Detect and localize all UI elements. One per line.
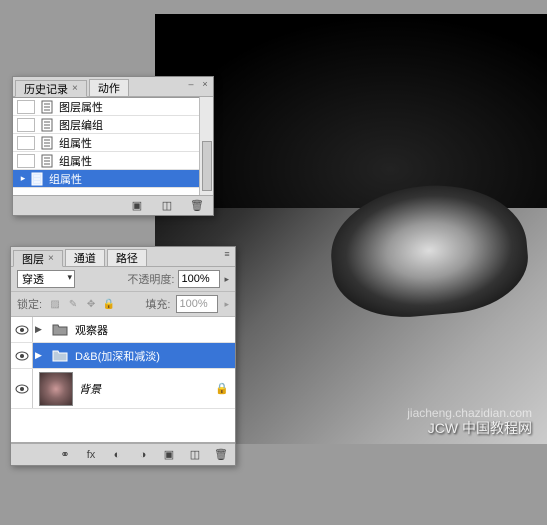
fill-value: 100% <box>179 298 207 310</box>
opacity-slider-icon[interactable]: ▸ <box>224 274 229 285</box>
expand-arrow-icon[interactable]: ▶ <box>35 350 45 361</box>
trash-icon[interactable]: 🗑 <box>213 448 229 462</box>
layers-panel: 图层 × 通道 路径 ≡ 穿透 不透明度: 100% ▸ 锁定: ▨ ✎ ✥ 🔒 <box>10 246 236 466</box>
history-item-label: 组属性 <box>59 153 199 169</box>
tab-history[interactable]: 历史记录 × <box>15 80 87 97</box>
layer-row[interactable]: 背景 🔒 <box>11 369 235 409</box>
opacity-input[interactable]: 100% <box>178 270 220 288</box>
history-item-label: 组属性 <box>49 171 199 187</box>
layer-name[interactable]: 背景 <box>79 381 215 397</box>
fx-icon[interactable]: fx <box>83 448 99 462</box>
blend-mode-value: 穿透 <box>22 271 44 287</box>
history-item[interactable]: 组属性 <box>13 152 199 170</box>
close-icon[interactable]: × <box>48 253 54 264</box>
history-item[interactable]: 图层编组 <box>13 116 199 134</box>
visibility-toggle[interactable] <box>11 317 33 342</box>
history-item-label: 图层属性 <box>59 99 199 115</box>
panel-menu-icon[interactable]: ≡ <box>221 249 233 259</box>
document-icon <box>29 172 45 186</box>
opacity-label: 不透明度: <box>127 271 174 287</box>
current-state-arrow: ▸ <box>17 173 29 184</box>
eye-icon <box>15 351 29 361</box>
panel-controls: ≡ <box>221 249 233 259</box>
eye-icon <box>15 384 29 394</box>
history-body: 图层属性 图层编组 组属性 组属性 <box>13 97 213 195</box>
lock-transparency-icon[interactable]: ▨ <box>48 297 62 311</box>
fill-slider-icon[interactable]: ▸ <box>224 299 229 310</box>
expand-arrow-icon[interactable]: ▶ <box>35 324 45 335</box>
scrollbar[interactable] <box>199 97 213 195</box>
scroll-thumb[interactable] <box>202 141 212 191</box>
document-icon <box>39 136 55 150</box>
lock-all-icon[interactable]: 🔒 <box>102 297 116 311</box>
fill-input[interactable]: 100% <box>176 295 218 313</box>
lock-icon: 🔒 <box>215 382 235 395</box>
tab-channels[interactable]: 通道 <box>65 249 105 266</box>
history-item[interactable]: ▸ 组属性 <box>13 170 199 188</box>
document-icon <box>39 154 55 168</box>
new-folder-icon[interactable]: ▣ <box>161 448 177 462</box>
tab-layers[interactable]: 图层 × <box>13 250 63 267</box>
layer-name[interactable]: D&B(加深和减淡) <box>75 348 235 364</box>
tab-label: 路径 <box>116 250 138 266</box>
tab-label: 通道 <box>74 250 96 266</box>
panel-controls: – × <box>185 79 211 89</box>
tab-actions[interactable]: 动作 <box>89 79 129 96</box>
layer-group-row[interactable]: ▶ 观察器 <box>11 317 235 343</box>
history-item[interactable]: 图层属性 <box>13 98 199 116</box>
snapshot-slot[interactable] <box>17 136 35 150</box>
history-panel: 历史记录 × 动作 – × 图层属性 图层编组 <box>12 76 214 216</box>
lock-icons-group: ▨ ✎ ✥ 🔒 <box>48 297 116 311</box>
layer-name[interactable]: 观察器 <box>75 322 235 338</box>
snapshot-slot[interactable] <box>17 100 35 114</box>
link-layers-icon[interactable]: ⚭ <box>57 448 73 462</box>
snapshot-slot[interactable] <box>17 118 35 132</box>
opacity-value: 100% <box>181 273 209 285</box>
eye-icon <box>15 325 29 335</box>
blend-mode-select[interactable]: 穿透 <box>17 270 75 288</box>
layer-thumbnail[interactable] <box>39 372 73 406</box>
mask-icon[interactable]: ◐ <box>109 448 125 462</box>
history-item-label: 图层编组 <box>59 117 199 133</box>
document-icon <box>39 100 55 114</box>
history-tab-strip: 历史记录 × 动作 – × <box>13 77 213 97</box>
visibility-toggle[interactable] <box>11 343 33 368</box>
minimize-icon[interactable]: – <box>185 79 197 89</box>
layers-lock-row: 锁定: ▨ ✎ ✥ 🔒 填充: 100% ▸ <box>11 292 235 317</box>
tab-label: 历史记录 <box>24 81 68 97</box>
tab-label: 动作 <box>98 80 120 96</box>
tab-paths[interactable]: 路径 <box>107 249 147 266</box>
layers-tab-strip: 图层 × 通道 路径 ≡ <box>11 247 235 267</box>
history-item-label: 组属性 <box>59 135 199 151</box>
trash-icon[interactable]: 🗑 <box>189 199 205 213</box>
layers-options-row: 穿透 不透明度: 100% ▸ <box>11 267 235 292</box>
folder-icon <box>51 349 69 363</box>
lock-position-icon[interactable]: ✥ <box>84 297 98 311</box>
adjust-icon[interactable]: ◑ <box>135 448 151 462</box>
new-state-icon[interactable]: ◫ <box>159 199 175 213</box>
snapshot-slot[interactable] <box>17 154 35 168</box>
close-panel-icon[interactable]: × <box>199 79 211 89</box>
lock-pixels-icon[interactable]: ✎ <box>66 297 80 311</box>
document-icon <box>39 118 55 132</box>
visibility-toggle[interactable] <box>11 369 33 408</box>
close-icon[interactable]: × <box>72 83 78 94</box>
new-layer-icon[interactable]: ◫ <box>187 448 203 462</box>
layers-footer: ⚭ fx ◐ ◑ ▣ ◫ 🗑 <box>11 443 235 465</box>
history-footer: ▣ ◫ 🗑 <box>13 195 213 215</box>
layers-list[interactable]: ▶ 观察器 ▶ D&B(加深和减淡) 背景 🔒 <box>11 317 235 443</box>
history-list[interactable]: 图层属性 图层编组 组属性 组属性 <box>13 97 199 195</box>
layer-group-row[interactable]: ▶ D&B(加深和减淡) <box>11 343 235 369</box>
history-item[interactable]: 组属性 <box>13 134 199 152</box>
snapshot-icon[interactable]: ▣ <box>129 199 145 213</box>
tab-label: 图层 <box>22 251 44 267</box>
folder-icon <box>51 323 69 337</box>
watermark-text: JCW 中国教程网 <box>428 418 532 438</box>
lock-label: 锁定: <box>17 296 42 312</box>
fill-label: 填充: <box>145 296 170 312</box>
